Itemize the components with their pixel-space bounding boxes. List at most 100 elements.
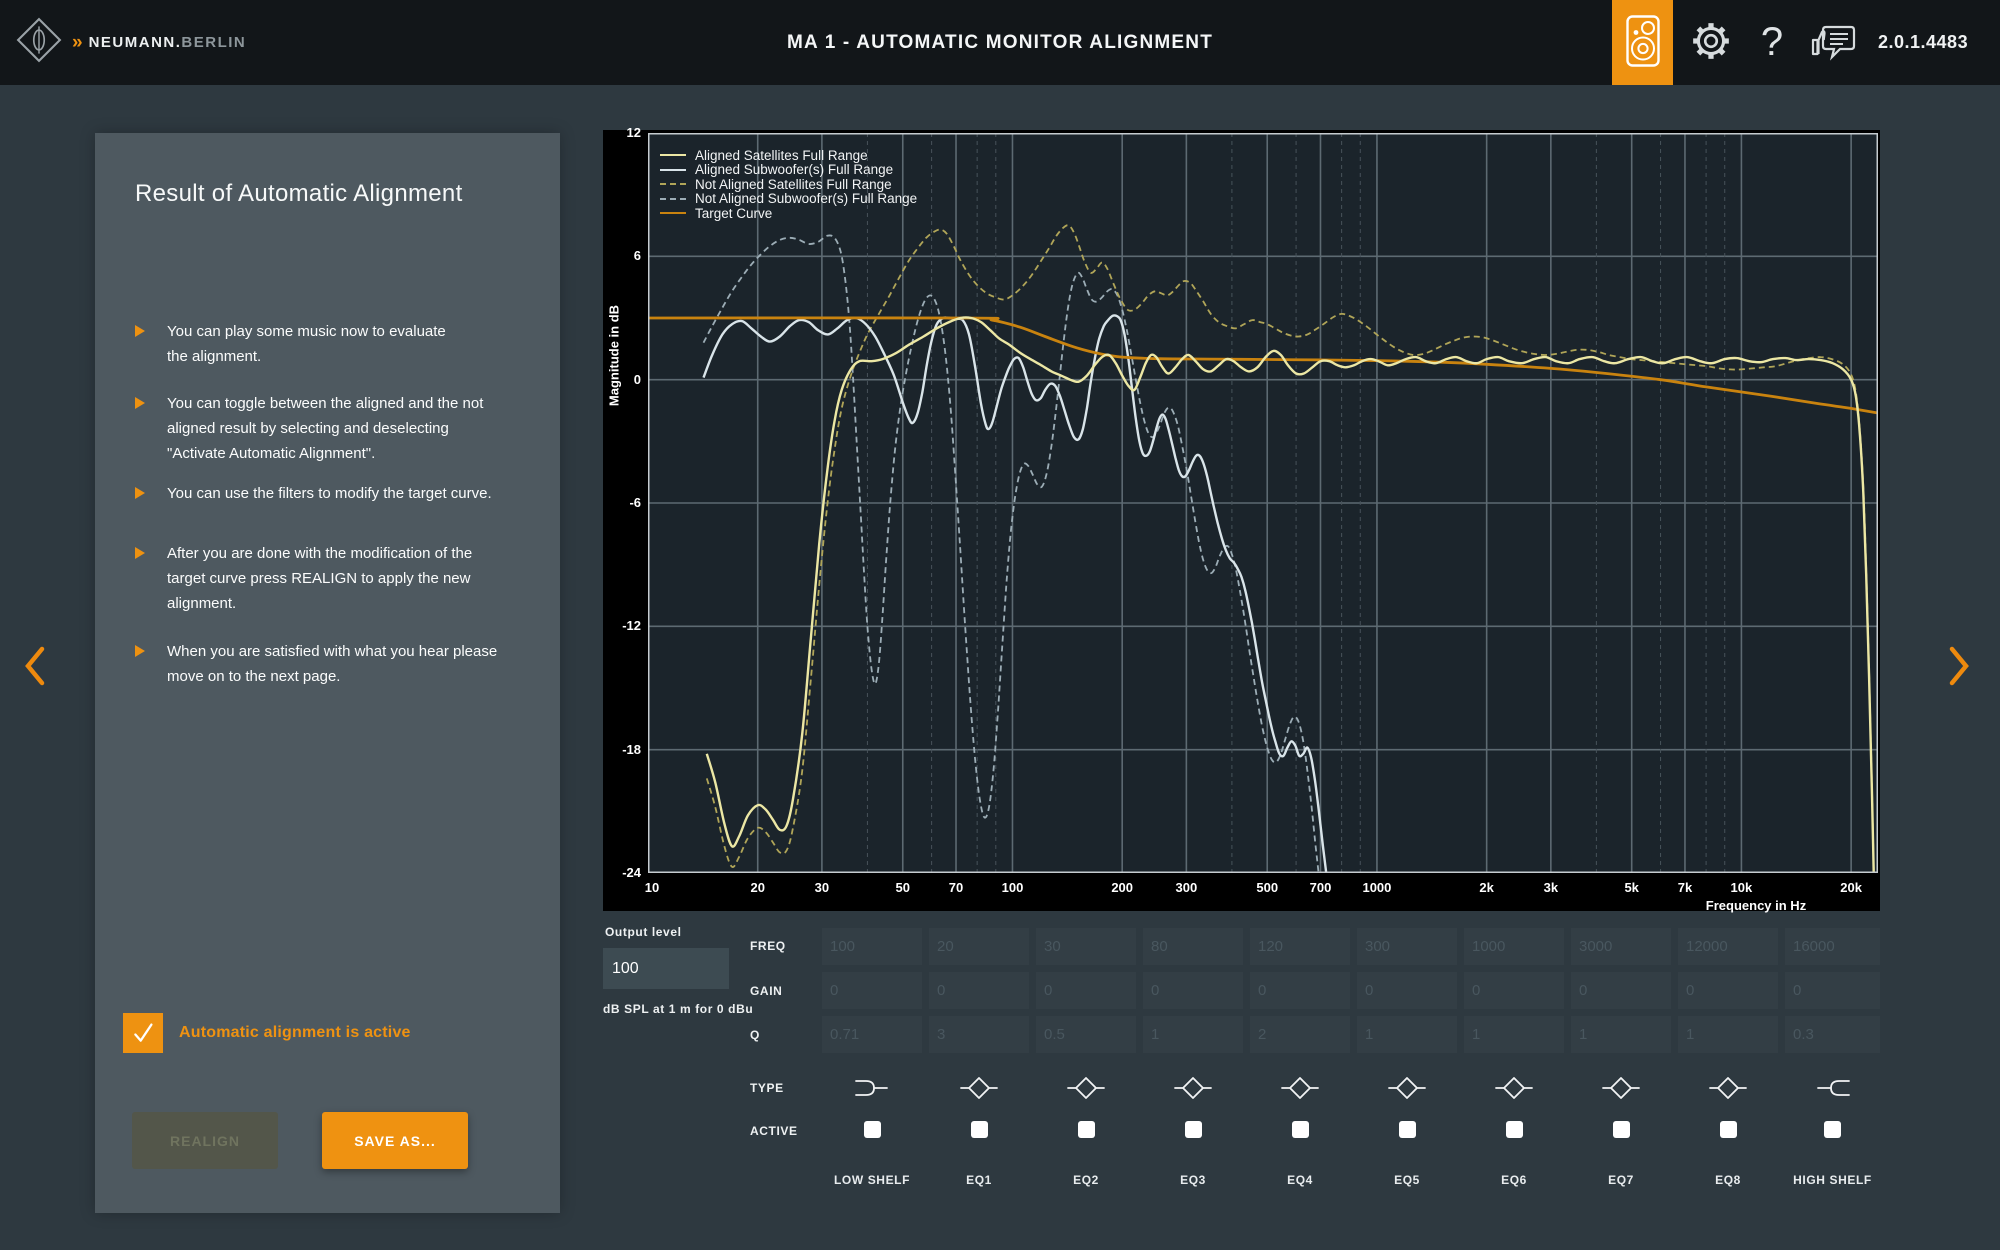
eq-active-checkbox[interactable]	[1185, 1121, 1202, 1138]
bell-icon[interactable]	[1281, 1075, 1319, 1101]
next-page-button[interactable]	[1948, 645, 1970, 690]
realign-button[interactable]: REALIGN	[132, 1112, 278, 1169]
eq-q-cell[interactable]: 1	[1464, 1016, 1564, 1053]
x-tick-label: 10	[622, 880, 682, 895]
eq-freq-cell[interactable]: 16000	[1785, 928, 1880, 965]
chevron-right-icon	[1948, 675, 1970, 690]
bell-icon[interactable]	[1495, 1075, 1533, 1101]
x-axis-title: Frequency in Hz	[1676, 898, 1836, 913]
output-level-input[interactable]	[603, 948, 729, 989]
legend-label: Target Curve	[695, 206, 772, 221]
checkmark-icon	[130, 1020, 156, 1046]
eq-active-checkbox[interactable]	[864, 1121, 881, 1138]
eq-q-cell[interactable]: 1	[1357, 1016, 1457, 1053]
neumann-diamond-logo-icon	[16, 17, 62, 68]
legend-line-sample	[660, 183, 686, 185]
eq-q-cell[interactable]: 3	[929, 1016, 1029, 1053]
legend-row: Aligned Subwoofer(s) Full Range	[660, 163, 917, 178]
eq-freq-cell[interactable]: 3000	[1571, 928, 1671, 965]
monitor-setup-button[interactable]	[1612, 0, 1673, 85]
eq-freq-cell[interactable]: 120	[1250, 928, 1350, 965]
eq-q-cell[interactable]: 0.3	[1785, 1016, 1880, 1053]
eq-gain-cell[interactable]: 0	[1678, 972, 1778, 1009]
top-bar: » NEUMANN. BERLIN MA 1 - AUTOMATIC MONIT…	[0, 0, 2000, 85]
x-tick-label: 200	[1092, 880, 1152, 895]
eq-active-checkbox[interactable]	[1506, 1121, 1523, 1138]
eq-band-label: EQ5	[1352, 1173, 1462, 1187]
eq-q-cell[interactable]: 1	[1571, 1016, 1671, 1053]
eq-gain-cell[interactable]: 0	[1250, 972, 1350, 1009]
eq-q-cell[interactable]: 2	[1250, 1016, 1350, 1053]
y-tick-label: 6	[603, 248, 641, 263]
x-tick-label: 700	[1290, 880, 1350, 895]
instruction-item: You can play some music now to evaluate …	[135, 319, 535, 369]
previous-page-button[interactable]	[24, 645, 46, 690]
version-label: 2.0.1.4483	[1878, 0, 1968, 85]
eq-active-checkbox[interactable]	[1078, 1121, 1095, 1138]
eq-gain-cell[interactable]: 0	[822, 972, 922, 1009]
chevron-left-icon	[24, 675, 46, 690]
bell-icon[interactable]	[1602, 1075, 1640, 1101]
bell-icon[interactable]	[1709, 1075, 1747, 1101]
legend-label: Not Aligned Subwoofer(s) Full Range	[695, 191, 917, 206]
frequency-response-chart: 1260-6-12-18-24 102030507010020030050070…	[603, 130, 1880, 911]
eq-band-label: LOW SHELF	[817, 1173, 927, 1187]
x-tick-label: 7k	[1655, 880, 1715, 895]
eq-gain-cell[interactable]: 0	[1143, 972, 1243, 1009]
eq-freq-cell[interactable]: 12000	[1678, 928, 1778, 965]
eq-gain-cell[interactable]: 0	[1571, 972, 1671, 1009]
eq-active-checkbox[interactable]	[1292, 1121, 1309, 1138]
speaker-icon	[1626, 15, 1660, 70]
y-tick-label: -18	[603, 742, 641, 757]
instruction-text: When you are satisfied with what you hea…	[167, 639, 497, 689]
eq-q-cell[interactable]: 0.5	[1036, 1016, 1136, 1053]
eq-active-checkbox[interactable]	[1399, 1121, 1416, 1138]
legend-row: Target Curve	[660, 206, 917, 221]
x-tick-label: 70	[926, 880, 986, 895]
eq-band-label: EQ3	[1138, 1173, 1248, 1187]
eq-band-label: EQ2	[1031, 1173, 1141, 1187]
eq-freq-cell[interactable]: 80	[1143, 928, 1243, 965]
eq-q-cell[interactable]: 1	[1678, 1016, 1778, 1053]
eq-freq-cell[interactable]: 1000	[1464, 928, 1564, 965]
eq-gain-cell[interactable]: 0	[1036, 972, 1136, 1009]
bullet-triangle-icon	[135, 645, 145, 657]
x-tick-label: 20	[728, 880, 788, 895]
eq-row-label-type: TYPE	[750, 1081, 784, 1095]
eq-gain-cell[interactable]: 0	[929, 972, 1029, 1009]
eq-row-label-gain: GAIN	[750, 984, 782, 998]
eq-freq-cell[interactable]: 100	[822, 928, 922, 965]
x-tick-label: 100	[982, 880, 1042, 895]
eq-gain-cell[interactable]: 0	[1357, 972, 1457, 1009]
eq-q-cell[interactable]: 0.71	[822, 1016, 922, 1053]
bell-icon[interactable]	[960, 1075, 998, 1101]
bell-icon[interactable]	[1388, 1075, 1426, 1101]
eq-active-checkbox[interactable]	[1613, 1121, 1630, 1138]
brand-name-secondary: BERLIN	[181, 34, 246, 51]
brand-name-primary: NEUMANN.	[89, 34, 182, 51]
high-shelf-icon[interactable]	[1814, 1075, 1852, 1101]
brand: » NEUMANN. BERLIN	[16, 0, 246, 85]
settings-button[interactable]	[1688, 0, 1734, 85]
eq-active-checkbox[interactable]	[1824, 1121, 1841, 1138]
chart-legend: Aligned Satellites Full RangeAligned Sub…	[660, 148, 917, 221]
save-as-button[interactable]: SAVE AS...	[322, 1112, 468, 1169]
eq-freq-cell[interactable]: 20	[929, 928, 1029, 965]
eq-freq-cell[interactable]: 300	[1357, 928, 1457, 965]
low-shelf-icon[interactable]	[853, 1075, 891, 1101]
feedback-button[interactable]	[1806, 0, 1862, 85]
eq-q-cell[interactable]: 1	[1143, 1016, 1243, 1053]
eq-gain-cell[interactable]: 0	[1785, 972, 1880, 1009]
checkbox-box[interactable]	[123, 1013, 163, 1053]
eq-freq-cell[interactable]: 30	[1036, 928, 1136, 965]
legend-row: Not Aligned Subwoofer(s) Full Range	[660, 192, 917, 207]
automatic-alignment-checkbox[interactable]: Automatic alignment is active	[123, 1013, 411, 1053]
instruction-item: You can use the filters to modify the ta…	[135, 481, 535, 506]
bell-icon[interactable]	[1067, 1075, 1105, 1101]
help-button[interactable]: ?	[1752, 0, 1792, 85]
eq-gain-cell[interactable]: 0	[1464, 972, 1564, 1009]
eq-active-checkbox[interactable]	[971, 1121, 988, 1138]
eq-active-checkbox[interactable]	[1720, 1121, 1737, 1138]
y-axis-title: Magnitude in dB	[607, 276, 622, 436]
bell-icon[interactable]	[1174, 1075, 1212, 1101]
